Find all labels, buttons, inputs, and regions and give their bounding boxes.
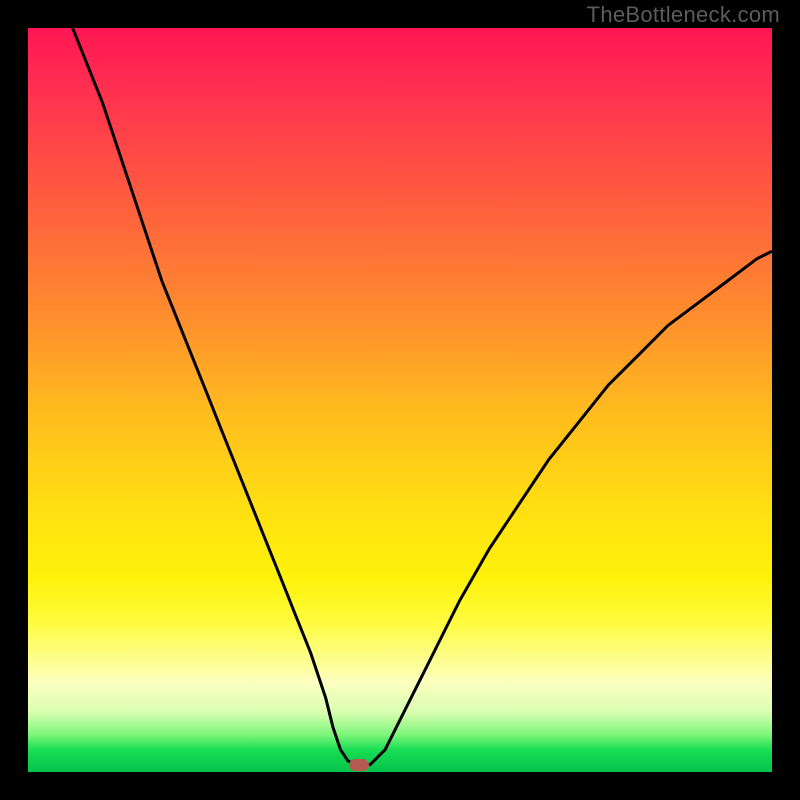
optimum-marker xyxy=(349,759,369,771)
curve-path xyxy=(73,28,772,765)
bottleneck-curve xyxy=(28,28,772,772)
watermark-text: TheBottleneck.com xyxy=(587,2,780,28)
chart-frame: TheBottleneck.com xyxy=(0,0,800,800)
plot-area xyxy=(28,28,772,772)
